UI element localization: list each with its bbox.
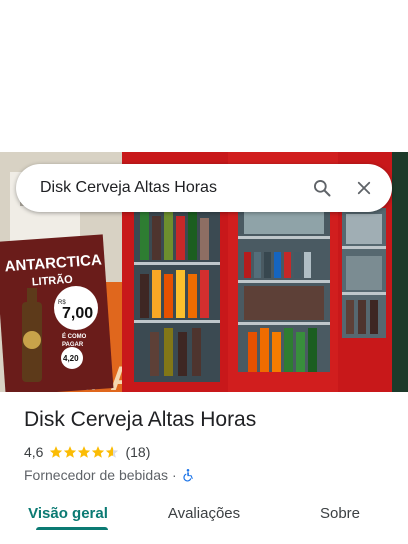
- wheelchair-accessible-icon: [183, 469, 193, 482]
- place-category: Fornecedor de bebidas: [24, 467, 168, 483]
- star-icon: [92, 446, 105, 458]
- active-tab-indicator: [36, 527, 108, 530]
- category-row: Fornecedor de bebidas ·: [24, 465, 392, 485]
- search-button[interactable]: [308, 174, 336, 202]
- price-second: 4,20: [63, 354, 79, 363]
- star-icon: [50, 446, 63, 458]
- separator: ·: [172, 467, 177, 483]
- search-bar[interactable]: Disk Cerveja Altas Horas: [16, 164, 392, 212]
- search-icon: [314, 180, 331, 197]
- rating-row[interactable]: 4,6 (18): [24, 442, 392, 462]
- price-note-1: É COMO: [62, 332, 87, 340]
- clear-search-button[interactable]: [350, 174, 378, 202]
- star-rating: [49, 445, 119, 459]
- search-input[interactable]: Disk Cerveja Altas Horas: [40, 179, 308, 197]
- price-big: 7,00: [62, 305, 93, 322]
- place-tabs: Visão geral Avaliações Sobre: [0, 492, 408, 536]
- close-icon: [357, 181, 371, 195]
- place-title: Disk Cerveja Altas Horas: [24, 408, 257, 431]
- star-icon: [78, 446, 91, 458]
- tab-about[interactable]: Sobre: [272, 492, 408, 536]
- review-count: (18): [125, 444, 151, 460]
- half-star-icon: [106, 446, 119, 458]
- star-icon: [64, 446, 77, 458]
- rating-value: 4,6: [24, 444, 44, 460]
- tab-reviews[interactable]: Avaliações: [136, 492, 272, 536]
- place-info: Disk Cerveja Altas Horas 4,6 (18) Fornec…: [24, 406, 392, 485]
